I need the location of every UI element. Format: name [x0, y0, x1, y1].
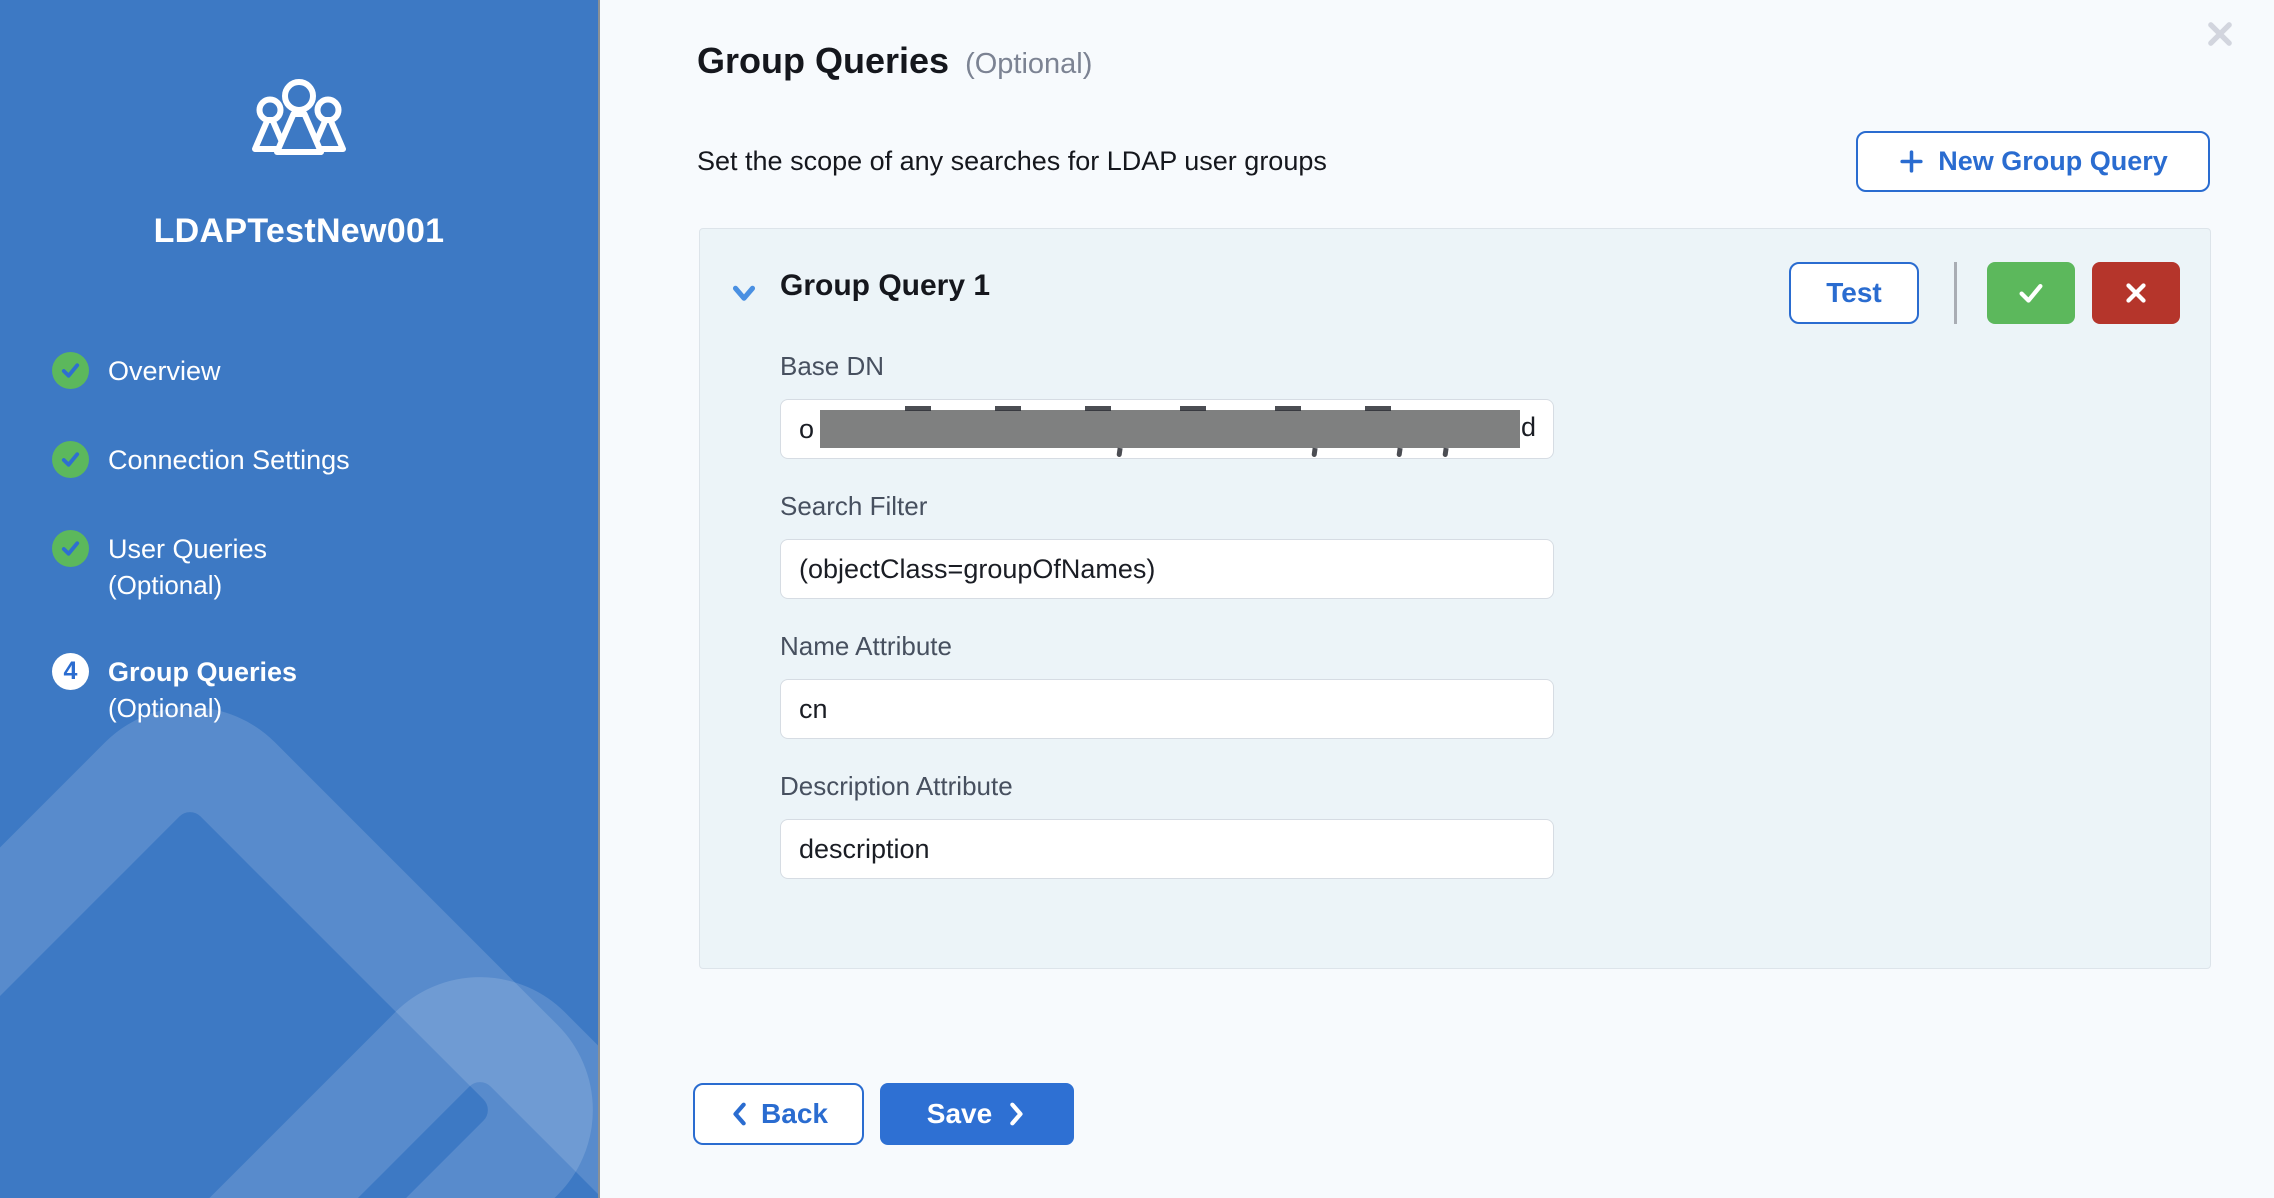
base-dn-field: d — [780, 399, 1554, 459]
ldap-wizard-window: LDAPTestNew001 Overview — [0, 0, 2274, 1198]
page-title: Group Queries — [697, 40, 949, 82]
step-number-badge: 4 — [52, 653, 89, 690]
group-query-title: Group Query 1 — [780, 269, 990, 303]
back-button[interactable]: Back — [693, 1083, 864, 1145]
connection-name: LDAPTestNew001 — [0, 212, 598, 251]
sidebar-item-connection-settings[interactable]: Connection Settings — [52, 441, 574, 478]
step-complete-badge — [52, 441, 89, 478]
sidebar-item-overview[interactable]: Overview — [52, 352, 574, 389]
base-dn-input[interactable] — [780, 399, 1554, 459]
name-attribute-label: Name Attribute — [780, 631, 952, 662]
save-label: Save — [927, 1098, 992, 1130]
save-button[interactable]: Save — [880, 1083, 1074, 1145]
step-optional-label: (Optional) — [108, 569, 267, 601]
x-icon — [2121, 278, 2151, 308]
chevron-left-icon — [729, 1100, 749, 1128]
delete-button[interactable] — [2092, 262, 2180, 324]
check-icon — [59, 448, 82, 471]
description-attribute-label: Description Attribute — [780, 771, 1013, 802]
optional-tag: (Optional) — [965, 48, 1092, 81]
button-divider — [1954, 262, 1957, 324]
page-subtitle: Set the scope of any searches for LDAP u… — [697, 146, 1327, 177]
step-complete-badge — [52, 352, 89, 389]
group-queries-panel: Group Queries (Optional) Set the scope o… — [600, 0, 2274, 1198]
wizard-sidebar: LDAPTestNew001 Overview — [0, 0, 600, 1198]
back-label: Back — [761, 1098, 828, 1130]
search-filter-input[interactable] — [780, 539, 1554, 599]
test-button[interactable]: Test — [1789, 262, 1919, 324]
new-group-query-button[interactable]: New Group Query — [1856, 131, 2210, 192]
confirm-button[interactable] — [1987, 262, 2075, 324]
close-icon[interactable] — [2200, 14, 2240, 54]
check-icon — [2014, 278, 2048, 308]
check-icon — [59, 359, 82, 382]
base-dn-label: Base DN — [780, 351, 884, 382]
chevron-down-icon — [727, 281, 761, 307]
step-complete-badge — [52, 530, 89, 567]
step-label: Overview — [108, 354, 221, 388]
step-label: User Queries — [108, 532, 267, 566]
sidebar-item-user-queries[interactable]: User Queries (Optional) — [52, 530, 574, 601]
plus-icon — [1898, 148, 1925, 175]
check-icon — [59, 537, 82, 560]
wizard-steps: Overview Connection Settings — [52, 352, 574, 776]
chevron-right-icon — [1007, 1100, 1027, 1128]
new-group-query-label: New Group Query — [1938, 146, 2168, 177]
step-label: Connection Settings — [108, 443, 350, 477]
collapse-toggle[interactable] — [726, 281, 762, 309]
sidebar-item-group-queries[interactable]: 4 Group Queries (Optional) — [52, 653, 574, 724]
step-label: Group Queries — [108, 655, 297, 689]
name-attribute-input[interactable] — [780, 679, 1554, 739]
description-attribute-input[interactable] — [780, 819, 1554, 879]
search-filter-label: Search Filter — [780, 491, 927, 522]
step-optional-label: (Optional) — [108, 692, 297, 724]
group-query-card: Group Query 1 Test Base DN — [699, 228, 2211, 969]
people-group-icon — [0, 78, 598, 156]
